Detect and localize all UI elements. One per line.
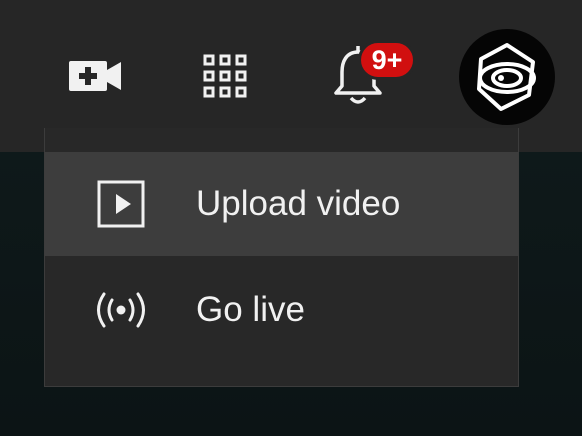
menu-icon-go-live: [91, 280, 151, 340]
broadcast-icon: [97, 292, 145, 328]
create-button[interactable]: [60, 48, 130, 104]
aperture-logo-icon: [477, 43, 536, 111]
page: 9+ Upload video Go live: [0, 0, 582, 436]
menu-item-go-live[interactable]: Go live: [45, 258, 518, 362]
video-plus-icon: [69, 61, 121, 91]
play-square-icon: [97, 180, 145, 228]
menu-icon-upload: [91, 174, 151, 234]
menu-item-label: Go live: [196, 290, 305, 329]
create-menu: Upload video Go live: [44, 128, 519, 387]
menu-item-upload-video[interactable]: Upload video: [45, 152, 518, 256]
avatar[interactable]: [459, 29, 555, 125]
notification-count-badge: 9+: [358, 40, 416, 80]
apps-grid-icon: [203, 54, 247, 98]
apps-button[interactable]: [192, 46, 258, 106]
menu-item-label: Upload video: [196, 184, 401, 223]
